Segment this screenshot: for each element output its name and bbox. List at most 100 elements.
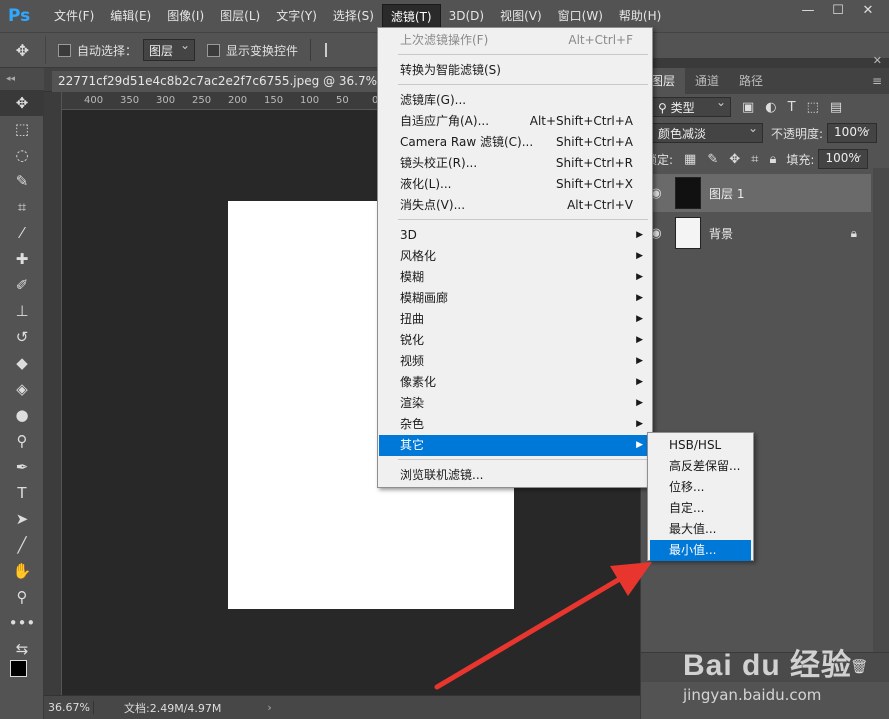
document-tab[interactable]: 22771cf29d51e4c8b2c7ac2e2f7c6755.jpeg @ … [52, 71, 416, 92]
eraser-tool-icon[interactable]: ◆ [0, 350, 44, 376]
menu-3d[interactable]: 3D(D) [441, 4, 492, 28]
menu-item-other[interactable]: 其它 ▶ [379, 435, 651, 456]
lock-image-icon[interactable]: ✎ [707, 152, 718, 167]
menu-item-convert-smart-filter[interactable]: 转换为智能滤镜(S) [379, 60, 651, 81]
menu-layer[interactable]: 图层(L) [212, 4, 268, 28]
menu-item-render[interactable]: 渲染 ▶ [379, 393, 651, 414]
menu-item-pixelate[interactable]: 像素化 ▶ [379, 372, 651, 393]
panel-menu-icon[interactable]: ≡ [872, 74, 882, 88]
lock-artboard-icon[interactable]: ⌗ [751, 152, 758, 167]
menu-image[interactable]: 图像(I) [159, 4, 212, 28]
menu-item-liquify[interactable]: 液化(L)... Shift+Ctrl+X [379, 174, 651, 195]
zoom-level[interactable]: 36.67% [44, 701, 94, 714]
type-filter-icon[interactable]: T [788, 100, 796, 115]
close-button[interactable]: ✕ [853, 0, 883, 22]
auto-select-dropdown[interactable]: 图层 [143, 38, 196, 61]
line-tool-icon[interactable]: ╱ [0, 532, 44, 558]
healing-brush-tool-icon[interactable]: ✚ [0, 246, 44, 272]
submenu-item-offset[interactable]: 位移... [650, 477, 751, 498]
pixel-filter-icon[interactable]: ▣ [742, 100, 754, 115]
path-select-tool-icon[interactable]: ➤ [0, 506, 44, 532]
menu-item-adaptive-wide-angle[interactable]: 自适应广角(A)... Alt+Shift+Ctrl+A [379, 111, 651, 132]
menu-item-blur[interactable]: 模糊 ▶ [379, 267, 651, 288]
move-tool-preset-icon[interactable]: ✥ [0, 36, 46, 64]
restore-button[interactable]: ☐ [823, 0, 853, 22]
eyedropper-tool-icon[interactable]: ⁄ [0, 220, 44, 246]
align-left-icon[interactable] [325, 43, 335, 57]
lasso-tool-icon[interactable]: ◌ [0, 142, 44, 168]
move-tool-icon[interactable]: ✥ [0, 90, 44, 116]
submenu-item-high-pass[interactable]: 高反差保留... [650, 456, 751, 477]
opacity-input[interactable]: 100% [827, 121, 878, 143]
panel-collapse-icon[interactable]: ✕ [873, 54, 882, 67]
submenu-item-minimum[interactable]: 最小值... [650, 540, 751, 561]
menu-select[interactable]: 选择(S) [325, 4, 382, 28]
lock-position-icon[interactable]: ✥ [729, 152, 740, 167]
menu-item-camera-raw[interactable]: Camera Raw 滤镜(C)... Shift+Ctrl+A [379, 132, 651, 153]
menu-item-blur-gallery[interactable]: 模糊画廊 ▶ [379, 288, 651, 309]
submenu-item-hsb-hsl[interactable]: HSB/HSL [650, 435, 751, 456]
hand-tool-icon[interactable]: ✋ [0, 558, 44, 584]
menu-separator [398, 219, 648, 220]
dodge-tool-icon[interactable]: ⚲ [0, 428, 44, 454]
minimize-button[interactable]: — [793, 0, 823, 22]
menu-edit[interactable]: 编辑(E) [102, 4, 159, 28]
menu-file[interactable]: 文件(F) [46, 4, 102, 28]
history-brush-tool-icon[interactable]: ↺ [0, 324, 44, 350]
menu-item-browse-online[interactable]: 浏览联机滤镜... [379, 465, 651, 486]
shape-filter-icon[interactable]: ⬚ [807, 100, 819, 115]
type-tool-icon[interactable]: T [0, 480, 44, 506]
menu-item-distort[interactable]: 扭曲 ▶ [379, 309, 651, 330]
blur-tool-icon[interactable]: ● [0, 402, 44, 428]
blend-mode-select[interactable]: 颜色减淡 [651, 121, 763, 143]
menu-item-3d[interactable]: 3D ▶ [379, 225, 651, 246]
clone-stamp-tool-icon[interactable]: ⊥ [0, 298, 44, 324]
swap-colors-icon[interactable]: ⇆ [0, 636, 44, 662]
menu-item-video[interactable]: 视频 ▶ [379, 351, 651, 372]
quick-select-tool-icon[interactable]: ✎ [0, 168, 44, 194]
item-label: 锐化 [400, 333, 425, 347]
paint-bucket-tool-icon[interactable]: ◈ [0, 376, 44, 402]
menu-help[interactable]: 帮助(H) [611, 4, 669, 28]
pen-tool-icon[interactable]: ✒ [0, 454, 44, 480]
item-label: 镜头校正(R)... [400, 156, 478, 170]
menu-filter[interactable]: 滤镜(T) [381, 4, 441, 28]
fill-input[interactable]: 100% [818, 147, 869, 169]
layer-thumbnail [675, 177, 701, 209]
panel-scrollbar[interactable] [873, 168, 889, 658]
zoom-tool-icon[interactable]: ⚲ [0, 584, 44, 610]
item-label: 杂色 [400, 417, 425, 431]
layer-row[interactable]: ◉ 背景 🔒︎ [641, 214, 871, 252]
menu-item-filter-gallery[interactable]: 滤镜库(G)... [379, 90, 651, 111]
menu-item-lens-correction[interactable]: 镜头校正(R)... Shift+Ctrl+R [379, 153, 651, 174]
menu-window[interactable]: 窗口(W) [550, 4, 611, 28]
menu-item-sharpen[interactable]: 锐化 ▶ [379, 330, 651, 351]
submenu-item-custom[interactable]: 自定... [650, 498, 751, 519]
layer-filter-select[interactable]: ⚲ 类型 [651, 95, 731, 117]
tab-paths[interactable]: 路径 [729, 68, 773, 94]
layer-row[interactable]: ◉ 图层 1 [641, 174, 871, 212]
tab-channels[interactable]: 通道 [685, 68, 729, 94]
menu-view[interactable]: 视图(V) [492, 4, 550, 28]
adjustment-filter-icon[interactable]: ◐ [765, 100, 776, 115]
item-shortcut: Alt+Ctrl+V [567, 198, 633, 212]
auto-select-checkbox[interactable] [58, 43, 71, 57]
smart-object-filter-icon[interactable]: ▤ [830, 100, 842, 115]
menu-item-stylize[interactable]: 风格化 ▶ [379, 246, 651, 267]
crop-tool-icon[interactable]: ⌗ [0, 194, 44, 220]
item-label: 模糊画廊 [400, 291, 449, 305]
status-menu-arrow-icon[interactable]: › [267, 701, 271, 714]
lock-transparent-icon[interactable]: ▦ [684, 152, 696, 167]
submenu-item-maximum[interactable]: 最大值... [650, 519, 751, 540]
marquee-tool-icon[interactable]: ⬚ [0, 116, 44, 142]
menu-item-noise[interactable]: 杂色 ▶ [379, 414, 651, 435]
more-tools-icon[interactable]: ••• [0, 610, 44, 636]
menu-item-last-filter[interactable]: 上次滤镜操作(F) Alt+Ctrl+F [379, 30, 651, 51]
menu-item-vanishing-point[interactable]: 消失点(V)... Alt+Ctrl+V [379, 195, 651, 216]
submenu-arrow-icon: ▶ [636, 419, 643, 429]
menu-type[interactable]: 文字(Y) [268, 4, 325, 28]
foreground-color-swatch[interactable] [10, 660, 27, 677]
brush-tool-icon[interactable]: ✐ [0, 272, 44, 298]
lock-all-icon[interactable]: 🔒︎ [769, 152, 776, 167]
show-transform-checkbox[interactable] [207, 43, 221, 57]
